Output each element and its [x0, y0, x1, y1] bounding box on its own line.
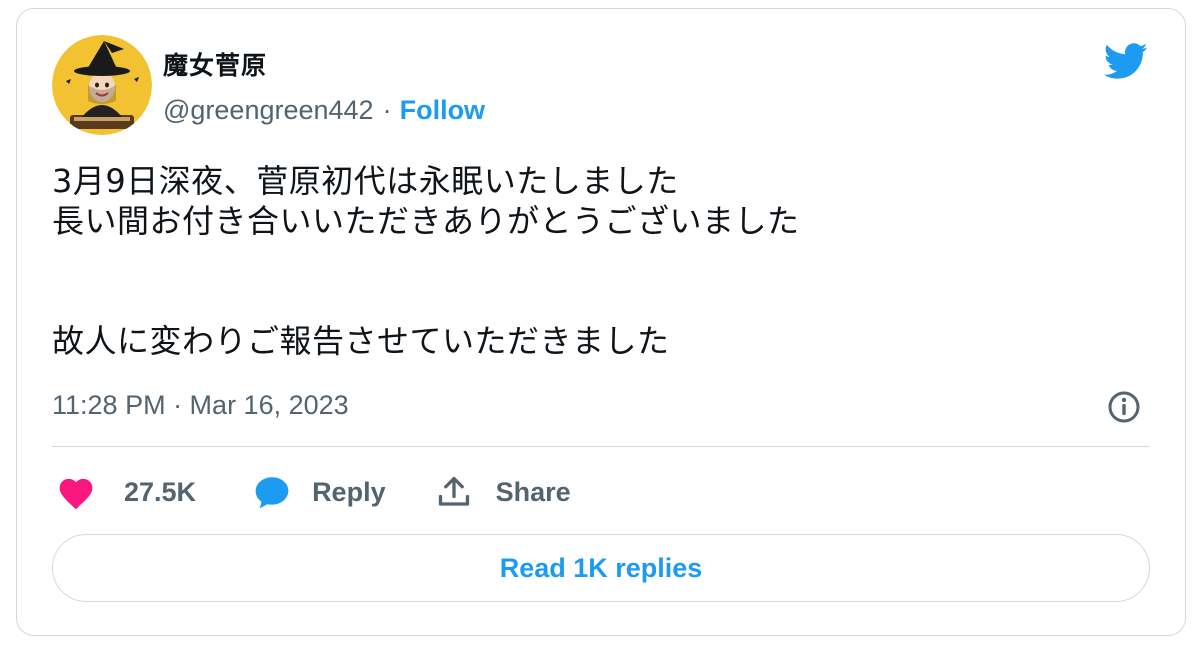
author-display-name[interactable]: 魔女菅原 — [163, 46, 267, 82]
tweet-timestamp[interactable]: 11:28 PM · Mar 16, 2023 — [52, 390, 349, 421]
like-button[interactable]: 27.5K — [56, 474, 196, 510]
author-handle[interactable]: @greengreen442 — [163, 95, 374, 126]
reply-button[interactable]: Reply — [252, 474, 386, 510]
avatar[interactable] — [52, 35, 152, 135]
heart-icon — [59, 478, 93, 510]
follow-button[interactable]: Follow — [400, 95, 485, 126]
handle-separator: · — [382, 94, 392, 125]
avatar-image — [52, 35, 152, 135]
tweet-line: 3月9日深夜、菅原初代は永眠いたしました — [52, 162, 679, 200]
like-count: 27.5K — [124, 476, 197, 507]
tweet-line: 故人に変わりご報告させていただきました — [52, 322, 670, 360]
tweet-line: 長い間お付き合いいただきありがとうございました — [52, 202, 800, 240]
tweet-text: 3月9日深夜、菅原初代は永眠いたしました 長い間お付き合いいただきありがとうござ… — [52, 161, 1142, 361]
twitter-bird-icon[interactable] — [1099, 38, 1151, 84]
info-icon[interactable] — [1106, 389, 1142, 425]
author-handle-row: @greengreen442 · Follow — [163, 94, 485, 126]
reply-label: Reply — [312, 476, 386, 507]
speech-bubble-icon — [255, 477, 289, 509]
read-replies-button[interactable]: Read 1K replies — [52, 534, 1150, 602]
divider — [52, 446, 1150, 447]
share-upload-icon — [438, 476, 469, 506]
share-label: Share — [495, 476, 571, 507]
share-button[interactable]: Share — [436, 474, 571, 510]
action-bar: 27.5K Reply Share — [56, 470, 571, 514]
